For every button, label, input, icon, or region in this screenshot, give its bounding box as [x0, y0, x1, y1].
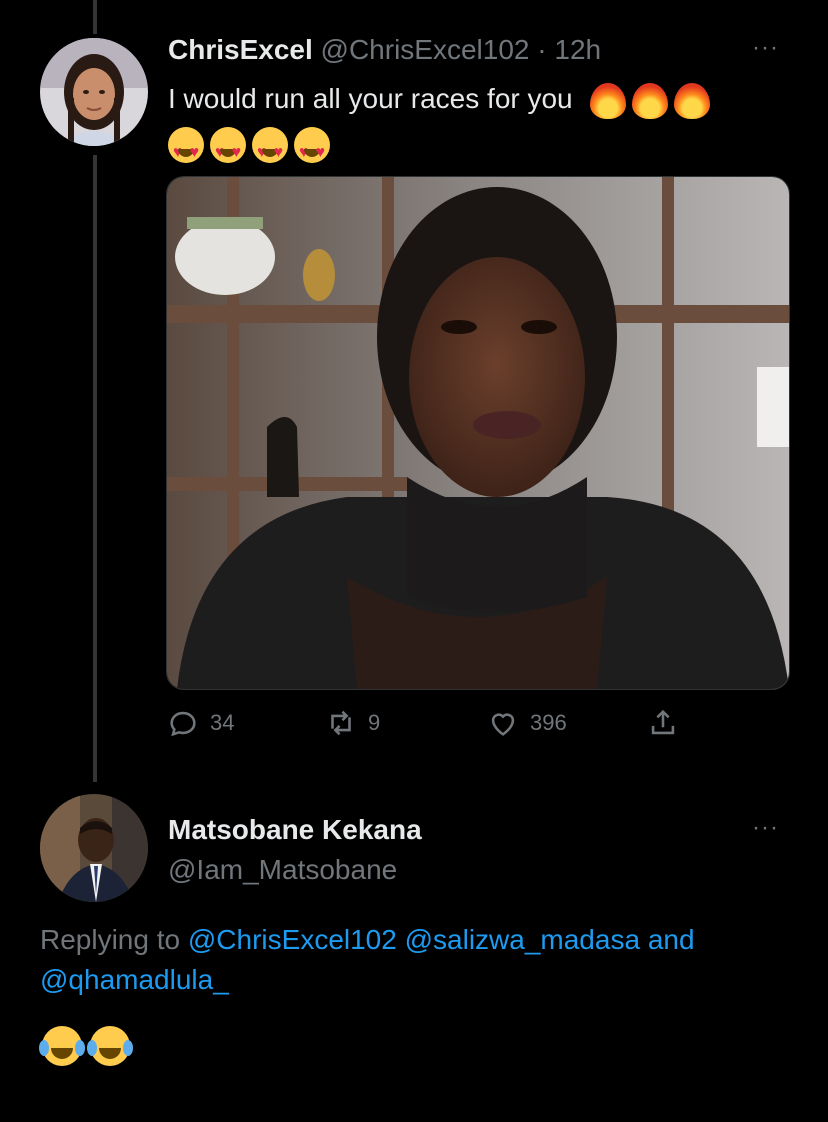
mention-chrisexcel[interactable]: @ChrisExcel102: [188, 924, 397, 955]
heart-eyes-emoji: [252, 126, 288, 174]
fire-emoji: [632, 82, 669, 119]
mention-connector[interactable]: and: [648, 924, 695, 955]
retweet-button[interactable]: 9: [324, 706, 380, 740]
share-button[interactable]: [646, 706, 680, 740]
joy-emoji: [87, 1026, 133, 1066]
avatar-matsobane[interactable]: [40, 794, 148, 902]
tweet1-text-block: I would run all your races for you: [168, 78, 788, 174]
heart-eyes-emoji: [294, 126, 330, 174]
fire-emoji: [674, 82, 711, 119]
tweet2-display-name[interactable]: Matsobane Kekana: [168, 814, 422, 846]
reply-button[interactable]: 34: [166, 706, 234, 740]
like-button[interactable]: 396: [486, 706, 567, 740]
replying-to-line: Replying to @ChrisExcel102 @salizwa_mada…: [40, 920, 800, 1000]
tweet1-header: ChrisExcel @ChrisExcel102 · 12h: [168, 34, 601, 66]
reply-count: 34: [210, 710, 235, 735]
retweet-count: 9: [368, 710, 381, 735]
fire-emoji: [590, 82, 627, 119]
tweet1-separator: ·: [537, 34, 547, 65]
tweet1-more-icon[interactable]: ···: [752, 36, 779, 60]
tweet1-actions: 34 9 396: [166, 706, 786, 746]
tweet1-emoji-line2: [168, 126, 330, 174]
tweet2-emoji-row: [39, 1026, 133, 1066]
tweet2-handle[interactable]: @Iam_Matsobane: [168, 854, 397, 886]
heart-eyes-emoji: [168, 126, 204, 174]
thread-line-top: [93, 0, 97, 34]
avatar-chrisexcel[interactable]: [40, 38, 148, 146]
tweet1-handle[interactable]: @ChrisExcel102: [321, 34, 530, 65]
tweet1-emoji-line1: [590, 82, 711, 119]
retweet-icon: [331, 710, 351, 736]
thread-line: [93, 155, 97, 782]
heart-eyes-emoji: [210, 126, 246, 174]
tweet1-text: I would run all your races for you: [168, 83, 573, 114]
tweet2-more-icon[interactable]: ···: [752, 816, 779, 840]
replying-prefix: Replying to: [40, 924, 181, 955]
tweet1-time[interactable]: 12h: [554, 34, 601, 65]
tweet1-display-name[interactable]: ChrisExcel: [168, 34, 313, 65]
tweet1-media-photo[interactable]: [166, 176, 790, 690]
share-icon: [651, 709, 675, 735]
joy-emoji: [39, 1026, 85, 1066]
mention-salizwa[interactable]: @salizwa_madasa: [405, 924, 640, 955]
mention-qhamadlula[interactable]: @qhamadlula_: [40, 964, 229, 995]
like-count: 396: [530, 710, 567, 735]
heart-icon: [491, 713, 515, 736]
reply-icon: [170, 711, 196, 737]
